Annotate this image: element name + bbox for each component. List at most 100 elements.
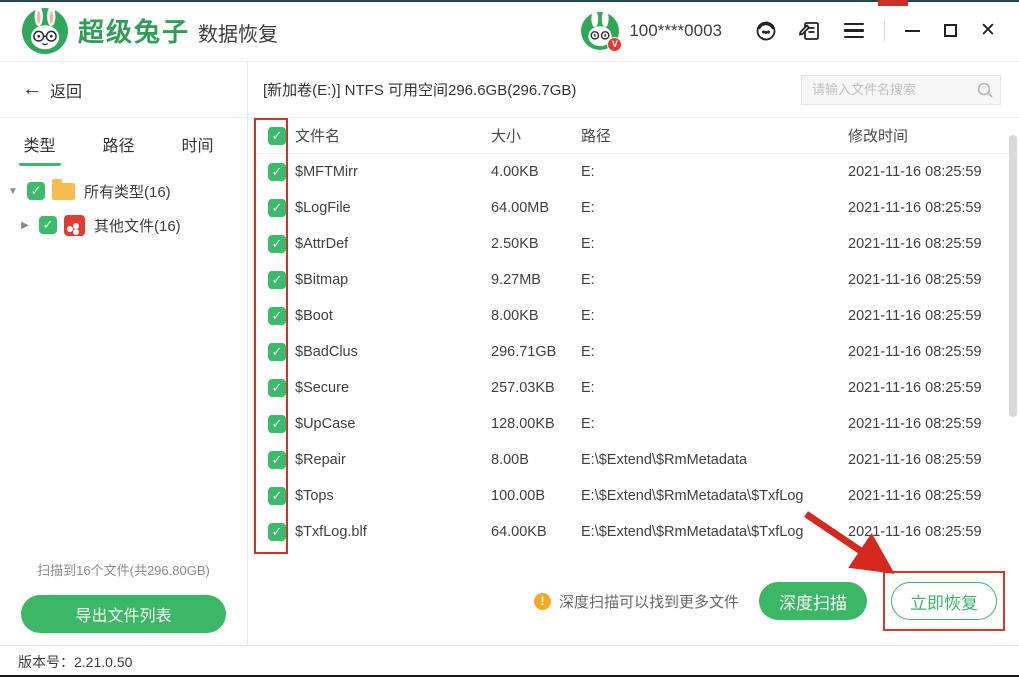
file-size-cell: 9.27MB [491, 272, 541, 288]
caret-down-icon[interactable]: ▼ [6, 186, 20, 197]
row-checkbox[interactable]: ✓ [268, 415, 286, 433]
file-size-cell: 257.03KB [491, 380, 555, 396]
table-row[interactable]: ✓ $TxfLog.blf 64.00KB E:\$Extend\$RmMeta… [249, 514, 1019, 550]
main-header: [新加卷(E:)] NTFS 可用空间296.6GB(296.7GB) [249, 62, 1019, 118]
warning-icon: ! [533, 592, 551, 610]
file-modified-cell: 2021-11-16 08:25:59 [848, 236, 982, 252]
table-row[interactable]: ✓ $Tops 100.00B E:\$Extend\$RmMetadata\$… [249, 478, 1019, 514]
row-checkbox[interactable]: ✓ [268, 199, 286, 217]
file-modified-cell: 2021-11-16 08:25:59 [848, 308, 982, 324]
file-size-cell: 100.00B [491, 488, 546, 504]
row-checkbox[interactable]: ✓ [268, 307, 286, 325]
close-button[interactable]: ✕ [975, 18, 1001, 44]
file-path-cell: E: [581, 308, 595, 324]
titlebar-divider [884, 19, 885, 42]
table-row[interactable]: ✓ $UpCase 128.00KB E: 2021-11-16 08:25:5… [249, 406, 1019, 442]
recover-button-highlight-annotation: 立即恢复 [883, 571, 1005, 631]
row-checkbox[interactable]: ✓ [268, 451, 286, 469]
file-name-cell: $BadClus [295, 344, 358, 360]
vip-badge: V [607, 36, 623, 52]
select-all-checkbox[interactable]: ✓ [268, 126, 286, 145]
file-modified-cell: 2021-11-16 08:25:59 [848, 452, 982, 468]
version-label: 版本号：2.21.0.50 [18, 653, 133, 670]
table-row[interactable]: ✓ $AttrDef 2.50KB E: 2021-11-16 08:25:59 [249, 226, 1019, 262]
file-modified-cell: 2021-11-16 08:25:59 [848, 272, 982, 288]
back-button[interactable]: ← 返回 [0, 62, 247, 118]
file-name-cell: $UpCase [295, 416, 356, 432]
file-size-cell: 2.50KB [491, 236, 539, 252]
table-row[interactable]: ✓ $MFTMirr 4.00KB E: 2021-11-16 08:25:59 [249, 154, 1019, 190]
file-path-cell: E:\$Extend\$RmMetadata\$TxfLog [581, 524, 804, 540]
customer-support-icon[interactable] [753, 18, 779, 44]
column-header-path[interactable]: 路径 [581, 125, 848, 146]
deep-scan-button[interactable]: 深度扫描 [759, 582, 867, 620]
row-checkbox[interactable]: ✓ [268, 271, 286, 289]
table-row[interactable]: ✓ $Secure 257.03KB E: 2021-11-16 08:25:5… [249, 370, 1019, 406]
main-panel: [新加卷(E:)] NTFS 可用空间296.6GB(296.7GB) ✓ 文件… [249, 62, 1019, 645]
file-name-cell: $MFTMirr [295, 164, 358, 180]
tree-item-other-files[interactable]: ▶ ✓ 其他文件(16) [0, 208, 247, 242]
tab-time[interactable]: 时间 [158, 132, 237, 166]
file-name-cell: $LogFile [295, 200, 351, 216]
volume-info: [新加卷(E:)] NTFS 可用空间296.6GB(296.7GB) [263, 82, 577, 99]
table-row[interactable]: ✓ $Bitmap 9.27MB E: 2021-11-16 08:25:59 [249, 262, 1019, 298]
titlebar: 超级兔子 数据恢复 V 100****0003 ✕ [0, 0, 1019, 62]
statusbar: 版本号：2.21.0.50 [0, 645, 1019, 677]
window-top-edge [0, 0, 1019, 2]
column-header-modified[interactable]: 修改时间 [848, 125, 1019, 146]
table-row[interactable]: ✓ $Boot 8.00KB E: 2021-11-16 08:25:59 [249, 298, 1019, 334]
file-size-cell: 64.00KB [491, 524, 547, 540]
file-size-cell: 8.00KB [491, 308, 539, 324]
tab-type[interactable]: 类型 [0, 132, 79, 166]
file-path-cell: E:\$Extend\$RmMetadata\$TxfLog [581, 488, 804, 504]
row-checkbox[interactable]: ✓ [268, 523, 286, 541]
file-type-tree: ▼ ✓ 所有类型(16) ▶ ✓ 其他文件(16) [0, 166, 247, 242]
feedback-icon[interactable] [797, 18, 823, 44]
file-name-cell: $Repair [295, 452, 346, 468]
tree-checkbox[interactable]: ✓ [27, 182, 45, 200]
app-window: 超级兔子 数据恢复 V 100****0003 ✕ ← 返回 类型 路径 时间 … [0, 0, 1019, 677]
minimize-button[interactable] [899, 18, 925, 44]
table-row[interactable]: ✓ $Repair 8.00B E:\$Extend\$RmMetadata 2… [249, 442, 1019, 478]
caret-right-icon[interactable]: ▶ [18, 220, 32, 231]
file-path-cell: E: [581, 272, 595, 288]
file-modified-cell: 2021-11-16 08:25:59 [848, 344, 982, 360]
table-header-row: ✓ 文件名 大小 路径 修改时间 [249, 118, 1019, 154]
file-size-cell: 296.71GB [491, 344, 557, 360]
row-checkbox[interactable]: ✓ [268, 487, 286, 505]
vertical-scrollbar[interactable] [1009, 135, 1017, 417]
tree-checkbox[interactable]: ✓ [39, 216, 57, 234]
maximize-button[interactable] [937, 18, 963, 44]
tab-path[interactable]: 路径 [79, 132, 158, 166]
column-header-size[interactable]: 大小 [491, 125, 581, 146]
app-logo-rabbit-icon [22, 5, 68, 54]
file-path-cell: E: [581, 416, 595, 432]
file-modified-cell: 2021-11-16 08:25:59 [848, 380, 982, 396]
search-icon[interactable] [976, 81, 994, 99]
file-path-cell: E: [581, 380, 595, 396]
row-checkbox[interactable]: ✓ [268, 163, 286, 181]
column-header-filename[interactable]: 文件名 [295, 125, 491, 146]
tree-item-all-types[interactable]: ▼ ✓ 所有类型(16) [0, 174, 247, 208]
table-row[interactable]: ✓ $BadClus 296.71GB E: 2021-11-16 08:25:… [249, 334, 1019, 370]
file-name-cell: $AttrDef [295, 236, 349, 252]
deep-scan-hint: 深度扫描可以找到更多文件 [558, 593, 739, 611]
user-avatar[interactable]: V [581, 10, 623, 52]
row-checkbox[interactable]: ✓ [268, 235, 286, 253]
file-modified-cell: 2021-11-16 08:25:59 [848, 200, 982, 216]
row-checkbox[interactable]: ✓ [268, 379, 286, 397]
app-title: 超级兔子 [78, 17, 191, 47]
row-checkbox[interactable]: ✓ [268, 343, 286, 361]
recover-now-button[interactable]: 立即恢复 [891, 582, 997, 620]
file-size-cell: 64.00MB [491, 200, 550, 216]
file-size-cell: 128.00KB [491, 416, 555, 432]
scan-summary: 扫描到16个文件(共296.80GB) [37, 563, 210, 578]
search-input[interactable] [812, 82, 976, 97]
file-path-cell: E: [581, 236, 595, 252]
file-name-cell: $Boot [295, 308, 333, 324]
export-file-list-button[interactable]: 导出文件列表 [21, 595, 226, 633]
table-row[interactable]: ✓ $LogFile 64.00MB E: 2021-11-16 08:25:5… [249, 190, 1019, 226]
sidebar-tabs: 类型 路径 时间 [0, 118, 247, 166]
app-subtitle: 数据恢复 [198, 24, 279, 46]
menu-icon[interactable] [841, 18, 867, 44]
